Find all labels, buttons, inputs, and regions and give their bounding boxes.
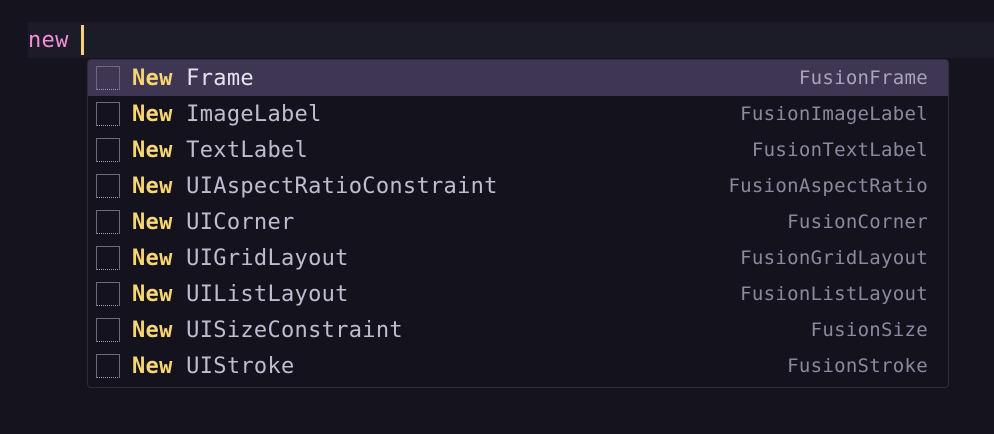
completion-match: New <box>132 101 173 127</box>
completion-match: New <box>132 245 173 271</box>
completion-label: New UIGridLayout <box>132 246 349 271</box>
class-box-icon <box>96 318 120 342</box>
completion-item[interactable]: New UIStroke FusionStroke <box>88 348 948 384</box>
completion-label: New UIStroke <box>132 354 295 379</box>
completion-label: New ImageLabel <box>132 102 322 127</box>
completion-detail: FusionCorner <box>787 211 928 233</box>
completion-item[interactable]: New Frame FusionFrame <box>88 60 948 96</box>
class-box-icon <box>96 66 120 90</box>
completion-detail: FusionGridLayout <box>740 247 928 269</box>
completion-item[interactable]: New UICorner FusionCorner <box>88 204 948 240</box>
completion-rest: Frame <box>172 65 254 91</box>
completion-rest: ImageLabel <box>172 101 322 127</box>
class-box-icon <box>96 354 120 378</box>
completion-label: New UIAspectRatioConstraint <box>132 174 498 199</box>
completion-item[interactable]: New UIListLayout FusionListLayout <box>88 276 948 312</box>
completion-detail: FusionAspectRatio <box>728 175 928 197</box>
completion-detail: FusionImageLabel <box>740 103 928 125</box>
completion-rest: UIListLayout <box>172 281 349 307</box>
code-editor[interactable]: new New Frame FusionFrame New ImageLabel… <box>0 0 994 434</box>
completion-match: New <box>132 281 173 307</box>
completion-rest: TextLabel <box>172 137 309 163</box>
class-box-icon <box>96 102 120 126</box>
class-box-icon <box>96 210 120 234</box>
code-line[interactable]: new <box>28 22 84 58</box>
completion-match: New <box>132 353 173 379</box>
completion-detail: FusionStroke <box>787 355 928 377</box>
completion-item[interactable]: New ImageLabel FusionImageLabel <box>88 96 948 132</box>
typed-keyword: new <box>28 27 69 53</box>
completion-item[interactable]: New UISizeConstraint FusionSize <box>88 312 948 348</box>
completion-rest: UIGridLayout <box>172 245 349 271</box>
completion-rest: UIAspectRatioConstraint <box>172 173 498 199</box>
completion-match: New <box>132 65 173 91</box>
completion-label: New UIListLayout <box>132 282 349 307</box>
completion-label: New UISizeConstraint <box>132 318 403 343</box>
completion-rest: UICorner <box>172 209 295 235</box>
class-box-icon <box>96 282 120 306</box>
class-box-icon <box>96 138 120 162</box>
completion-item[interactable]: New TextLabel FusionTextLabel <box>88 132 948 168</box>
completion-match: New <box>132 173 173 199</box>
current-line-highlight <box>28 22 994 58</box>
class-box-icon <box>96 246 120 270</box>
completion-rest: UISizeConstraint <box>172 317 403 343</box>
completion-item[interactable]: New UIAspectRatioConstraint FusionAspect… <box>88 168 948 204</box>
completion-label: New Frame <box>132 66 254 91</box>
completion-rest: UIStroke <box>172 353 295 379</box>
autocomplete-popup: New Frame FusionFrame New ImageLabel Fus… <box>87 59 949 388</box>
completion-detail: FusionListLayout <box>740 283 928 305</box>
completion-label: New TextLabel <box>132 138 308 163</box>
completion-label: New UICorner <box>132 210 295 235</box>
completion-detail: FusionTextLabel <box>751 139 928 161</box>
completion-detail: FusionSize <box>810 319 928 341</box>
completion-match: New <box>132 317 173 343</box>
text-cursor <box>80 25 84 55</box>
completion-match: New <box>132 209 173 235</box>
completion-item[interactable]: New UIGridLayout FusionGridLayout <box>88 240 948 276</box>
class-box-icon <box>96 174 120 198</box>
completion-detail: FusionFrame <box>798 67 928 89</box>
completion-match: New <box>132 137 173 163</box>
